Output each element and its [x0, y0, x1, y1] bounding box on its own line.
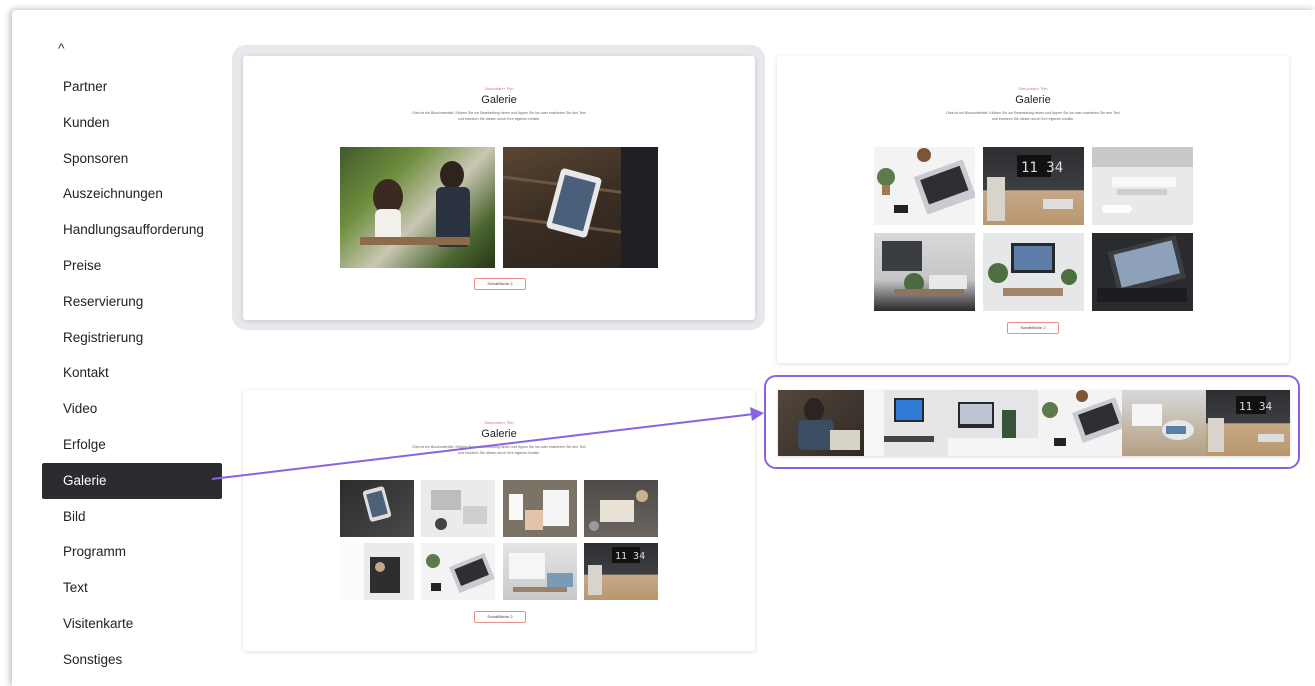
drag-arrow [211, 407, 764, 480]
